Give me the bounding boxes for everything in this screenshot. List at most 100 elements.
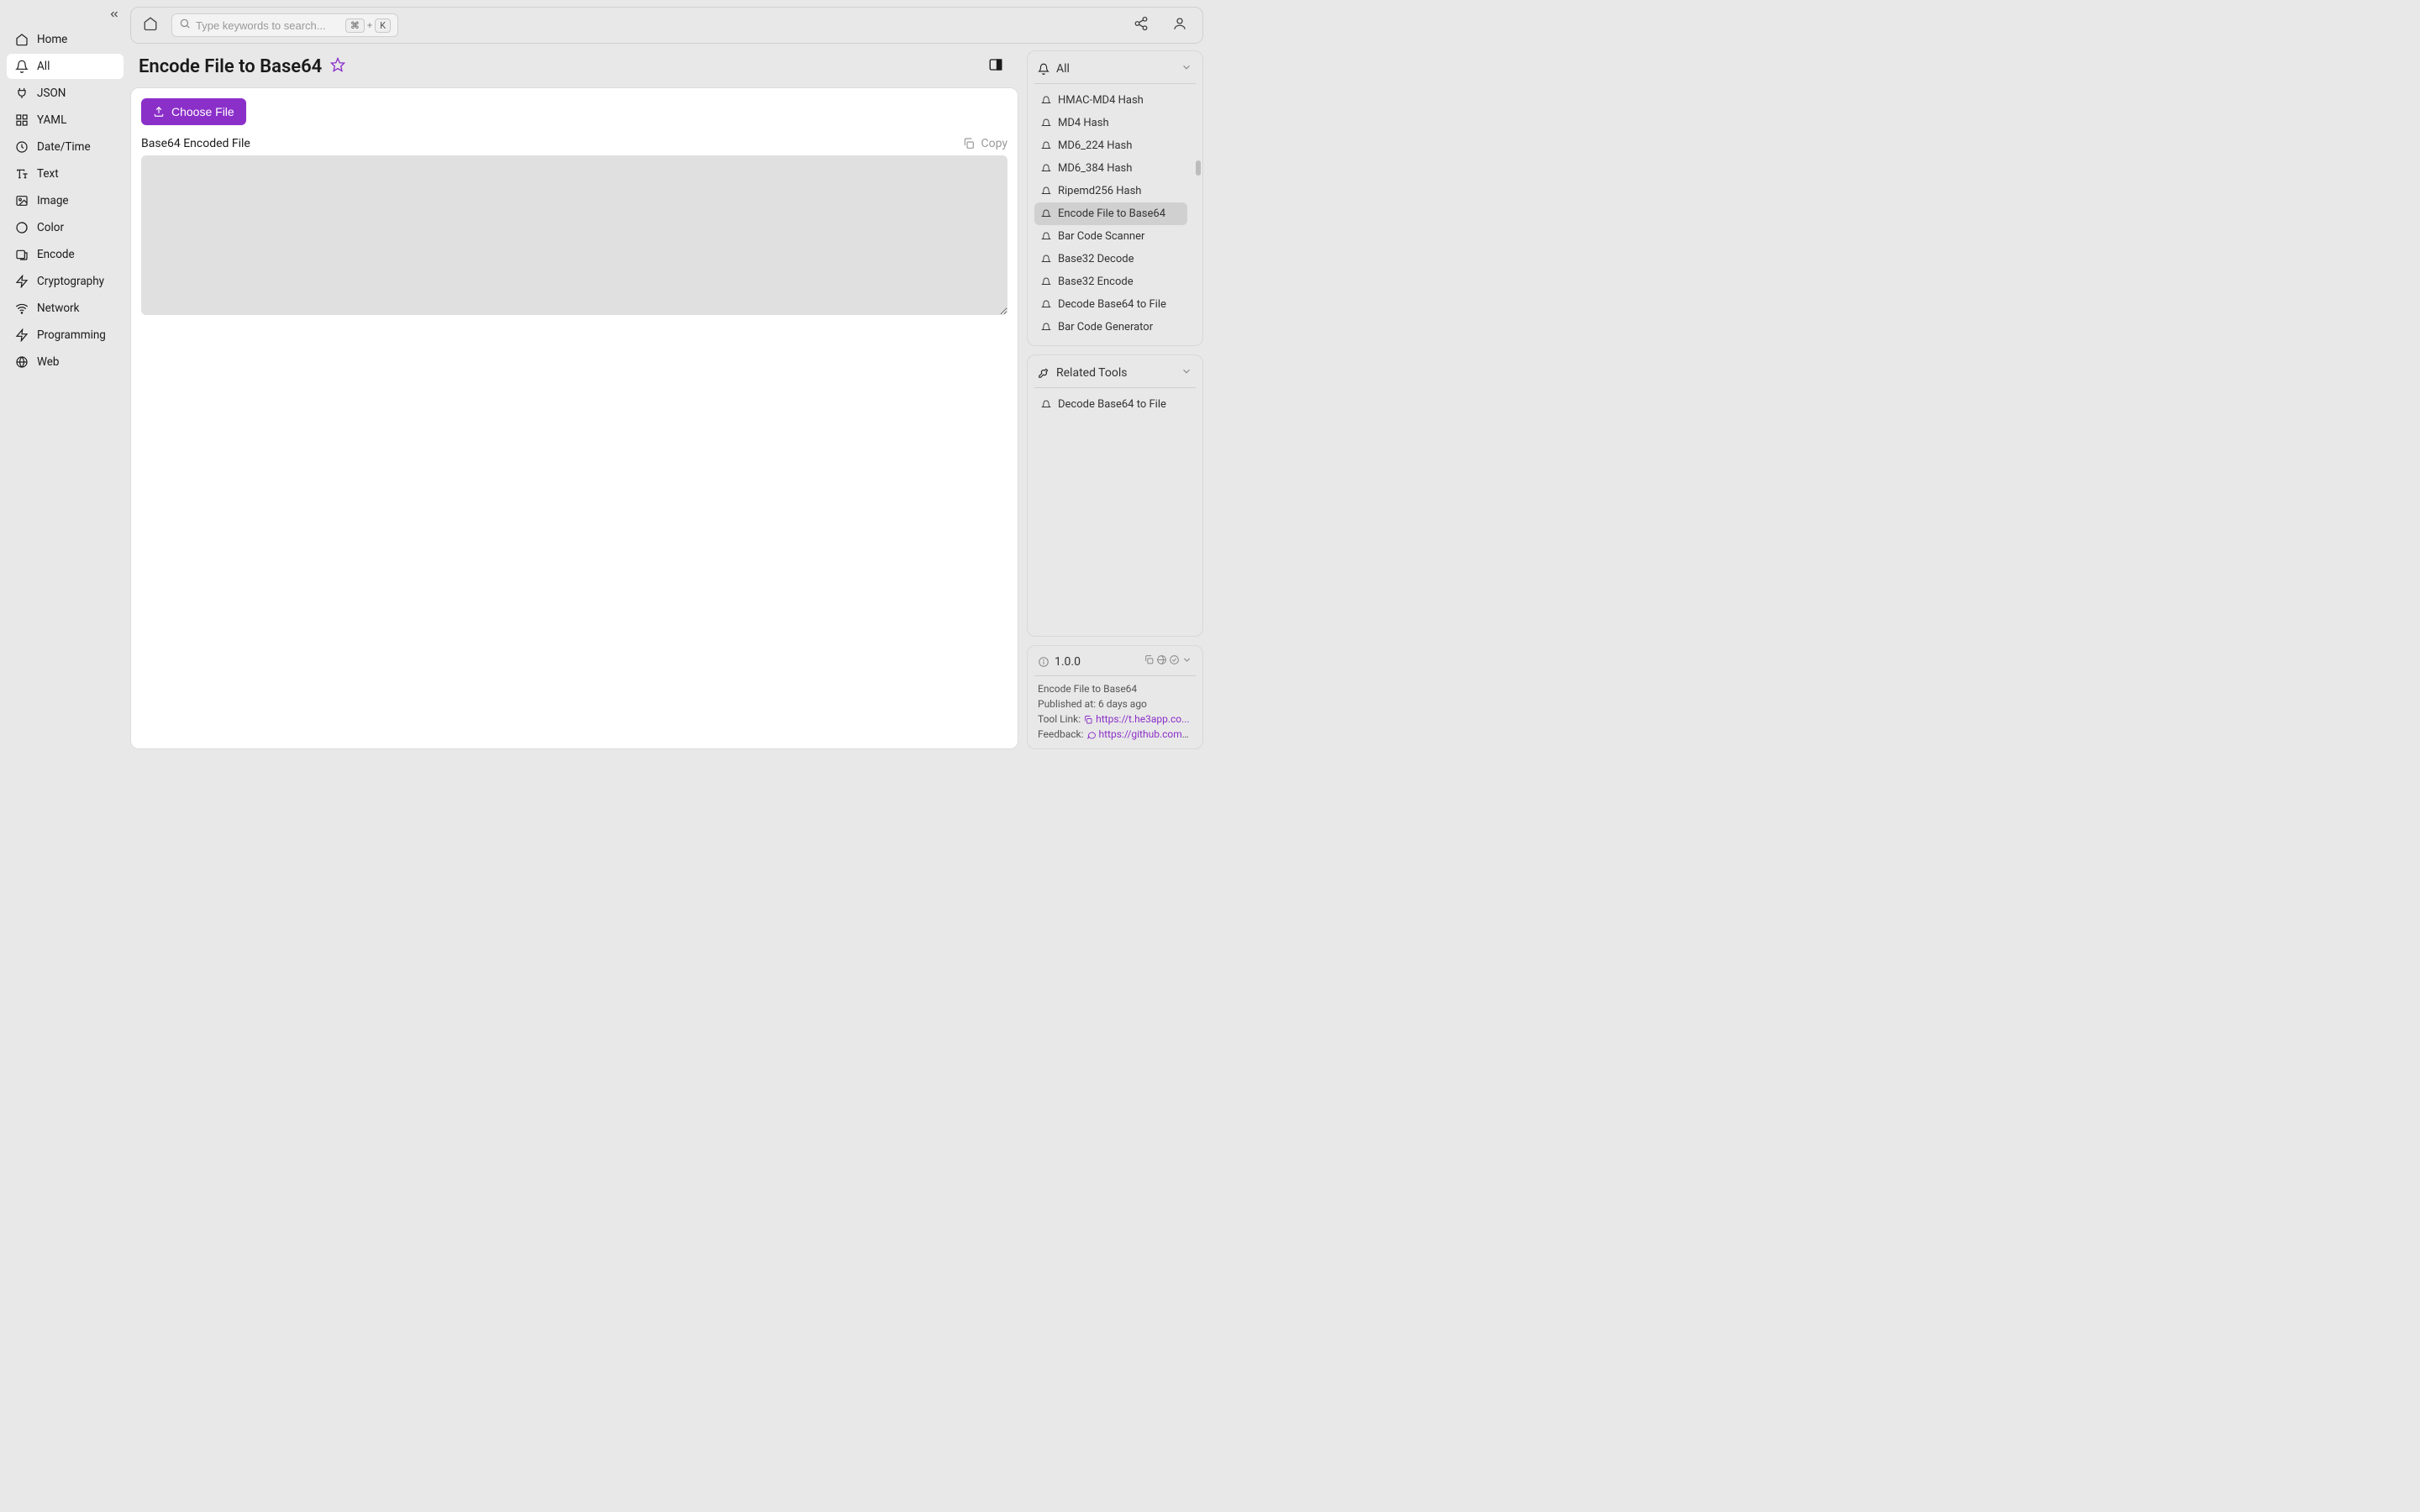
sidebar: Home All JSON YAML Date/Time Text Image [0,0,130,756]
collapse-sidebar-button[interactable] [7,8,124,25]
share-button[interactable] [1127,13,1155,38]
info-title: Encode File to Base64 [1034,681,1196,696]
related-tools-header[interactable]: Related Tools [1034,362,1196,388]
bell-icon [1041,186,1051,197]
sidebar-item-label: Programming [37,328,106,342]
sidebar-item-label: All [37,60,50,73]
search-icon [179,18,191,33]
related-tools-panel: Related Tools Decode Base64 to File [1027,354,1203,637]
tool-item-decode-base64[interactable]: Decode Base64 to File [1034,293,1187,316]
wifi-icon [15,302,29,315]
encode-icon [15,248,29,261]
output-label: Base64 Encoded File [141,137,250,150]
toggle-right-panel-button[interactable] [985,54,1007,79]
globe-icon[interactable] [1156,654,1167,669]
panel-right-icon [988,57,1003,72]
choose-file-button[interactable]: Choose File [141,98,246,125]
choose-file-label: Choose File [171,105,234,118]
copy-label: Copy [981,137,1007,150]
sidebar-item-label: Cryptography [37,275,104,288]
sidebar-item-web[interactable]: Web [7,349,124,375]
sidebar-item-network[interactable]: Network [7,296,124,321]
sidebar-item-color[interactable]: Color [7,215,124,240]
sidebar-item-yaml[interactable]: YAML [7,108,124,133]
star-icon [330,57,345,72]
grid-icon [15,113,29,127]
sidebar-item-home[interactable]: Home [7,27,124,52]
bell-icon [1041,232,1051,242]
version-text: 1.0.0 [1055,655,1139,669]
user-button[interactable] [1165,13,1194,38]
home-icon [143,16,158,31]
tool-item-barcode-scanner[interactable]: Bar Code Scanner [1034,225,1187,248]
sidebar-item-programming[interactable]: Programming [7,323,124,348]
related-item-decode-base64[interactable]: Decode Base64 to File [1034,393,1196,416]
upload-icon [153,106,165,118]
image-icon [15,194,29,207]
bell-icon [15,60,29,73]
output-textarea[interactable] [141,155,1007,315]
tool-item-label: MD6_384 Hash [1058,162,1132,175]
info-panel: 1.0.0 Encode File to Base64 Published at… [1027,645,1203,749]
tool-item-label: Base32 Decode [1058,253,1134,265]
tool-link[interactable]: https://t.he3app.co... [1096,713,1189,725]
tool-item-label: Ripemd256 Hash [1058,185,1141,197]
sidebar-item-image[interactable]: Image [7,188,124,213]
tool-item-label: MD4 Hash [1058,117,1109,129]
info-published: Published at: 6 days ago [1034,696,1196,711]
chevron-down-icon[interactable] [1181,654,1192,669]
text-icon [15,167,29,181]
bell-icon [1041,164,1051,174]
tool-item-encode-base64[interactable]: Encode File to Base64 [1034,202,1187,225]
page-header: Encode File to Base64 [130,50,1018,87]
comment-icon[interactable] [1086,730,1097,740]
favorite-button[interactable] [330,57,345,76]
copy-icon[interactable] [1083,715,1093,725]
search-box[interactable]: ⌘ + K [171,13,398,37]
check-icon[interactable] [1169,654,1180,669]
tool-item-label: Decode Base64 to File [1058,398,1166,411]
tool-list: HMAC-MD4 Hash MD4 Hash MD6_224 Hash MD6_… [1034,89,1196,339]
copy-button[interactable]: Copy [962,137,1007,150]
sidebar-item-text[interactable]: Text [7,161,124,186]
info-icon [1038,656,1050,668]
bell-icon [1041,400,1051,410]
copy-icon[interactable] [1144,654,1155,669]
sidebar-item-label: YAML [37,113,66,127]
tool-item-ripemd256[interactable]: Ripemd256 Hash [1034,180,1187,202]
scrollbar-thumb[interactable] [1196,160,1201,176]
sidebar-item-encode[interactable]: Encode [7,242,124,267]
wrench-icon [1038,367,1050,379]
sidebar-item-label: Encode [37,248,75,261]
home-button[interactable] [139,13,161,38]
kbd-key: K [375,18,391,33]
sidebar-item-label: Image [37,194,69,207]
info-feedback: Feedback: https://github.com/... [1034,727,1196,742]
sidebar-item-all[interactable]: All [7,54,124,79]
tool-item-md6-224[interactable]: MD6_224 Hash [1034,134,1187,157]
tool-item-base32-encode[interactable]: Base32 Encode [1034,270,1187,293]
tool-item-label: Bar Code Scanner [1058,230,1144,243]
plug-icon [15,87,29,100]
sidebar-item-cryptography[interactable]: Cryptography [7,269,124,294]
globe-icon [15,355,29,369]
sidebar-item-label: JSON [37,87,66,100]
sidebar-item-datetime[interactable]: Date/Time [7,134,124,160]
tool-item-label: HMAC-MD4 Hash [1058,94,1144,107]
tool-item-hmac-md4[interactable]: HMAC-MD4 Hash [1034,89,1187,112]
bell-icon [1041,323,1051,333]
tool-item-barcode-generator[interactable]: Bar Code Generator [1034,316,1187,339]
tool-item-base32-decode[interactable]: Base32 Decode [1034,248,1187,270]
feedback-link[interactable]: https://github.com/... [1099,728,1195,740]
all-tools-panel: All HMAC-MD4 Hash MD4 Hash MD6_224 Hash … [1027,50,1203,346]
chevron-down-icon [1181,365,1192,381]
bell-icon [1041,118,1051,129]
topbar: ⌘ + K [130,7,1203,44]
tool-item-md6-384[interactable]: MD6_384 Hash [1034,157,1187,180]
info-tool-link: Tool Link: https://t.he3app.co... [1034,711,1196,727]
user-icon [1172,16,1187,31]
search-input[interactable] [196,19,345,32]
sidebar-item-json[interactable]: JSON [7,81,124,106]
all-tools-header[interactable]: All [1034,58,1196,84]
tool-item-md4[interactable]: MD4 Hash [1034,112,1187,134]
